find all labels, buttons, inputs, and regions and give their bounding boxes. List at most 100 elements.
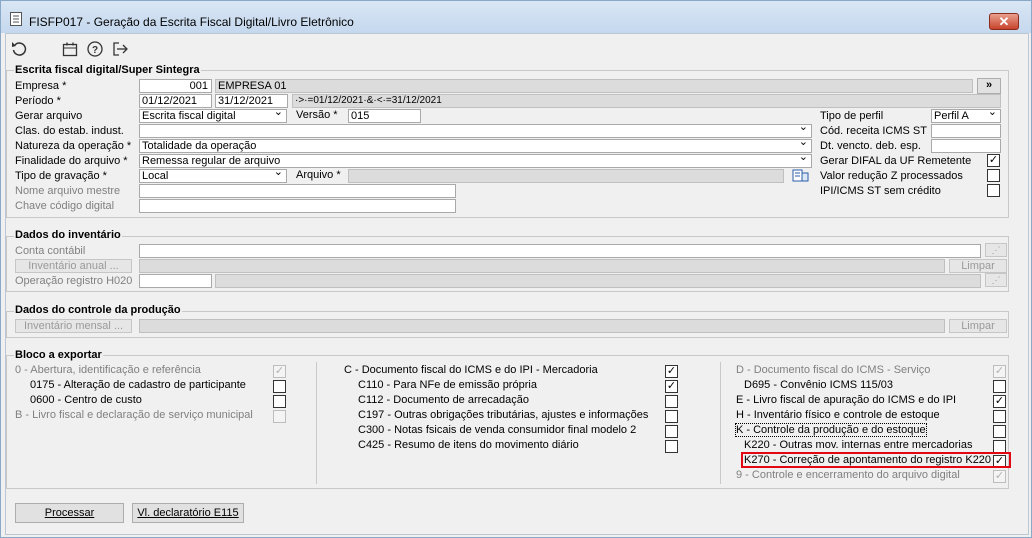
bloco-item-checkbox[interactable]: ✓	[665, 380, 678, 393]
bloco-item-label: C300 - Notas fsicais de venda consumidor…	[358, 424, 637, 436]
vl-declaratorio-button[interactable]: Vl. declaratório E115	[132, 503, 244, 523]
bloco-item-checkbox[interactable]	[665, 395, 678, 408]
inventario-anual-field	[139, 259, 945, 273]
column-divider	[720, 362, 721, 484]
producao-limpar-button[interactable]: Limpar	[949, 319, 1007, 333]
periodo-expression-field: ·>·=01/12/2021·&·<·=31/12/2021	[292, 94, 1001, 108]
bloco-item-checkbox[interactable]	[273, 395, 286, 408]
cod-receita-label: Cód. receita ICMS ST	[820, 125, 927, 137]
conta-contabil-lookup-button[interactable]: ⋰	[985, 243, 1007, 257]
natureza-select[interactable]: Totalidade da operação	[139, 139, 812, 153]
bloco-item-label: C197 - Outras obrigações tributárias, aj…	[358, 409, 649, 421]
escrita-group-title: Escrita fiscal digital/Super Sintegra	[14, 64, 201, 76]
empresa-more-button[interactable]: »	[977, 78, 1001, 94]
periodo-start-field[interactable]: 01/12/2021	[139, 94, 212, 108]
periodo-end-field[interactable]: 31/12/2021	[215, 94, 288, 108]
inventario-mensal-button[interactable]: Inventário mensal ...	[15, 319, 132, 333]
inventario-anual-button[interactable]: Inventário anual ...	[15, 259, 132, 273]
conta-contabil-field[interactable]	[139, 244, 981, 258]
cod-receita-field[interactable]	[931, 124, 1001, 138]
empresa-label: Empresa *	[15, 80, 67, 92]
bloco-item-label: C110 - Para NFe de emissão própria	[358, 379, 537, 391]
bloco-item-checkbox[interactable]: ✓	[993, 470, 1006, 483]
chave-codigo-field[interactable]	[139, 199, 456, 213]
vl-declaratorio-label: Vl. declaratório E115	[137, 507, 239, 519]
ipi-icms-checkbox[interactable]	[987, 184, 1000, 197]
help-icon[interactable]: ?	[86, 40, 104, 58]
op-h020-lookup-button[interactable]: ⋰	[985, 273, 1007, 287]
inventario-limpar-button[interactable]: Limpar	[949, 259, 1007, 273]
producao-group-title: Dados do controle da produção	[14, 304, 182, 316]
window-title: FISFP017 - Geração da Escrita Fiscal Dig…	[29, 15, 354, 29]
clas-estab-select[interactable]	[139, 124, 812, 138]
close-button[interactable]: ✕	[989, 13, 1019, 30]
finalidade-select[interactable]: Remessa regular de arquivo	[139, 154, 812, 168]
bloco-item-checkbox[interactable]: ✓	[665, 365, 678, 378]
finalidade-label: Finalidade do arquivo *	[15, 155, 128, 167]
bloco-item-checkbox[interactable]: ✓	[993, 365, 1006, 378]
arquivo-label: Arquivo *	[296, 169, 341, 181]
bloco-item-label: C112 - Documento de arrecadação	[358, 394, 530, 406]
bloco-item-label: C - Documento fiscal do ICMS e do IPI - …	[344, 364, 598, 376]
versao-field[interactable]: 015	[348, 109, 421, 123]
inventario-group-title: Dados do inventário	[14, 229, 122, 241]
ipi-icms-label: IPI/ICMS ST sem crédito	[820, 185, 941, 197]
title-bar: FISFP017 - Geração da Escrita Fiscal Dig…	[1, 1, 1031, 33]
k270-highlight	[741, 452, 1011, 468]
dt-vencto-field[interactable]	[931, 139, 1001, 153]
op-h020-label: Operação registro H020	[15, 275, 133, 287]
bloco-item-label: K220 - Outras mov. internas entre mercad…	[744, 439, 973, 451]
inventario-mensal-field	[139, 319, 945, 333]
processar-button[interactable]: Processar	[15, 503, 124, 523]
tipo-gravacao-select[interactable]: Local	[139, 169, 287, 183]
bloco-item-label: B - Livro fiscal e declaração de serviço…	[15, 409, 253, 421]
versao-label: Versão *	[296, 109, 338, 121]
gerar-arquivo-label: Gerar arquivo	[15, 110, 83, 122]
nome-mestre-label: Nome arquivo mestre	[15, 185, 121, 197]
bloco-item-checkbox[interactable]	[273, 410, 286, 423]
bloco-item-checkbox[interactable]: ✓	[993, 395, 1006, 408]
arquivo-field[interactable]	[348, 169, 784, 183]
gerar-arquivo-select[interactable]: Escrita fiscal digital	[139, 109, 287, 123]
bloco-item-label: 0 - Abertura, identificação e referência	[15, 364, 201, 376]
bloco-group-title: Bloco a exportar	[14, 349, 103, 361]
bloco-item-label: E - Livro fiscal de apuração do ICMS e d…	[736, 394, 957, 406]
chave-codigo-label: Chave código digital	[15, 200, 115, 212]
bloco-item-checkbox[interactable]	[993, 425, 1006, 438]
bloco-item-checkbox[interactable]	[273, 380, 286, 393]
conta-contabil-label: Conta contábil	[15, 245, 86, 257]
browse-file-icon[interactable]	[792, 168, 810, 183]
dt-vencto-label: Dt. vencto. deb. esp.	[820, 140, 921, 152]
tipo-perfil-select[interactable]: Perfil A	[931, 109, 1001, 123]
clas-estab-label: Clas. do estab. indust.	[15, 125, 124, 137]
op-h020-name-field	[215, 274, 981, 288]
bloco-item-checkbox[interactable]	[665, 425, 678, 438]
bloco-item-label: K - Controle da produção e do estoque	[735, 423, 927, 437]
op-h020-code-field[interactable]	[139, 274, 212, 288]
nome-mestre-field[interactable]	[139, 184, 456, 198]
column-divider	[316, 362, 317, 484]
bloco-item-checkbox[interactable]: ✓	[273, 365, 286, 378]
bloco-item-label: 0600 - Centro de custo	[30, 394, 142, 406]
undo-icon[interactable]	[10, 40, 28, 58]
bloco-item-checkbox[interactable]	[993, 380, 1006, 393]
bloco-item-label: D695 - Convênio ICMS 115/03	[744, 379, 893, 391]
svg-text:?: ?	[92, 45, 98, 56]
tipo-gravacao-label: Tipo de gravação *	[15, 170, 107, 182]
empresa-code-field[interactable]: 001	[139, 79, 212, 93]
bloco-item-checkbox[interactable]	[665, 440, 678, 453]
processar-label: Processar	[44, 507, 95, 519]
bloco-item-label: D - Documento fiscal do ICMS - Serviço	[736, 364, 931, 376]
valor-reducao-checkbox[interactable]	[987, 169, 1000, 182]
document-icon	[10, 12, 22, 26]
bloco-item-label: C425 - Resumo de itens do movimento diár…	[358, 439, 579, 451]
calendar-icon[interactable]	[61, 40, 79, 58]
natureza-label: Natureza da operação *	[15, 140, 132, 152]
bloco-item-checkbox[interactable]	[665, 410, 678, 423]
bloco-item-checkbox[interactable]	[993, 410, 1006, 423]
empresa-name-field: EMPRESA 01	[215, 79, 973, 93]
bloco-item-label: 0175 - Alteração de cadastro de particip…	[30, 379, 246, 391]
gerar-difal-label: Gerar DIFAL da UF Remetente	[820, 155, 972, 167]
gerar-difal-checkbox[interactable]: ✓	[987, 154, 1000, 167]
exit-icon[interactable]	[111, 40, 129, 58]
